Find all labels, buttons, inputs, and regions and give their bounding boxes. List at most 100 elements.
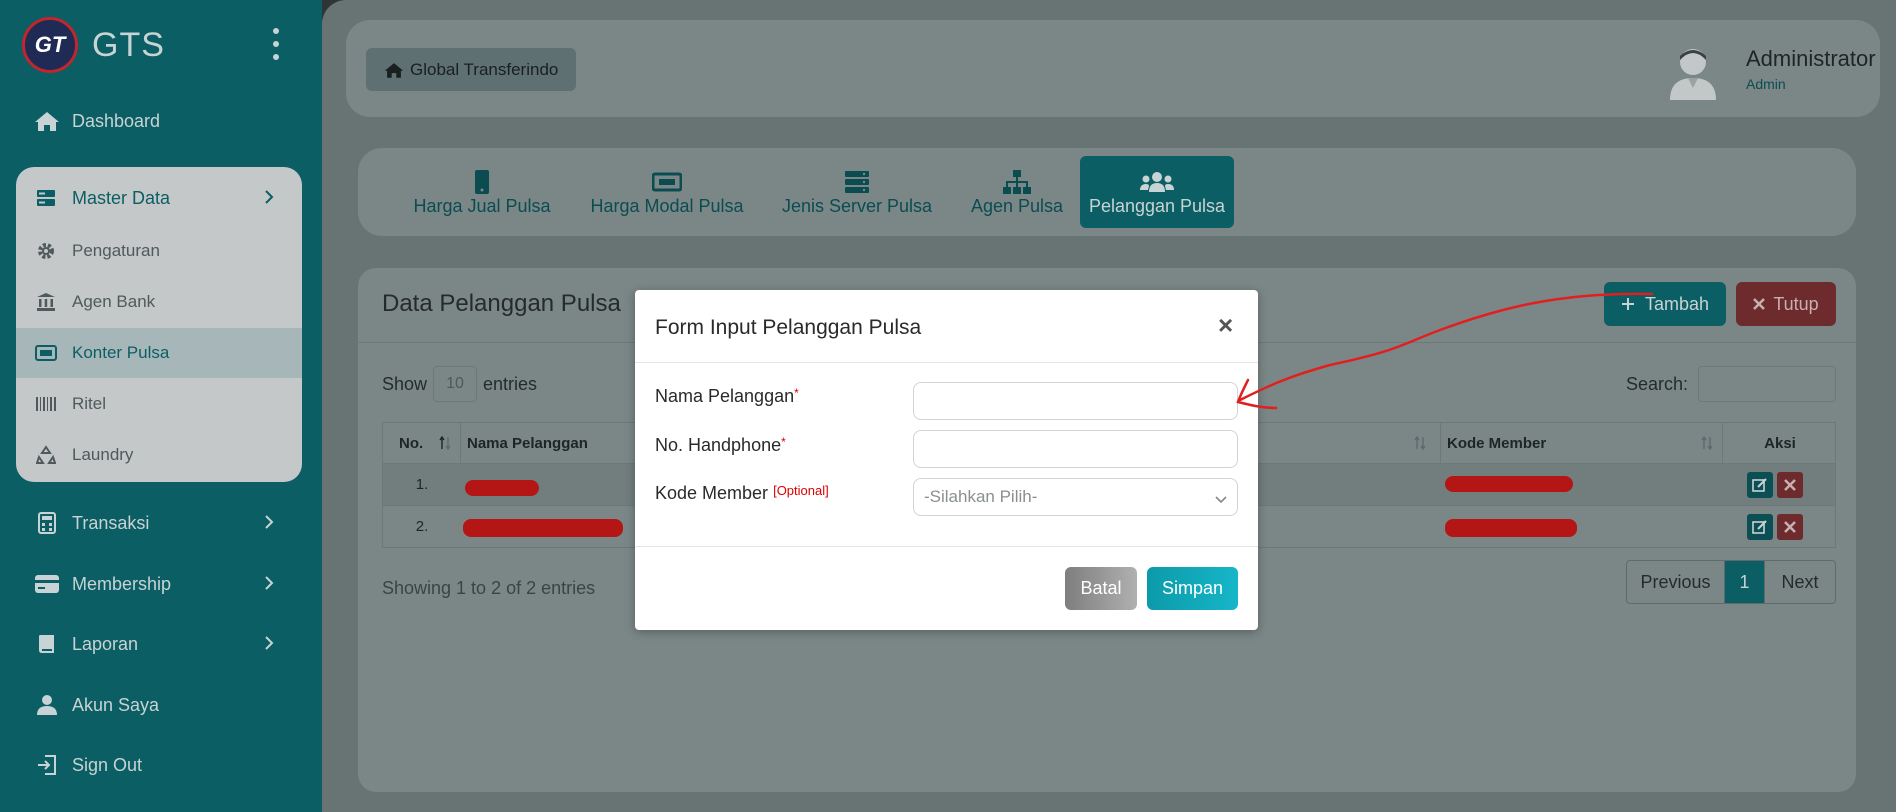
- pagination-next[interactable]: Next: [1765, 561, 1835, 603]
- field-label-kode-member: Kode Member [Optional]: [655, 483, 829, 504]
- column-label: Kode Member: [1447, 434, 1547, 452]
- brand[interactable]: GT GTS: [22, 16, 165, 74]
- column-label: Aksi: [1764, 434, 1796, 452]
- nama-pelanggan-input[interactable]: [913, 382, 1238, 420]
- sidebar-item-label: Laporan: [72, 633, 139, 654]
- entries-label: entries: [483, 373, 538, 394]
- add-button-label: Tambah: [1644, 293, 1710, 314]
- column-header-aksi: Aksi: [1723, 423, 1837, 463]
- top-bar: Global Transferindo Administrator Admin: [346, 20, 1880, 117]
- sidebar-item-label: Membership: [72, 573, 172, 594]
- delete-icon[interactable]: [1777, 472, 1803, 498]
- handphone-input[interactable]: [913, 430, 1238, 468]
- delete-icon[interactable]: [1777, 514, 1803, 540]
- sidebar-item-konter-pulsa[interactable]: Konter Pulsa: [16, 328, 302, 378]
- panel-title: Data Pelanggan Pulsa: [382, 290, 621, 317]
- sidebar-item-master-data[interactable]: Master Data: [16, 173, 302, 223]
- sidebar-item-pengaturan[interactable]: Pengaturan: [16, 226, 302, 276]
- required-mark: *: [781, 435, 786, 449]
- pagination-page[interactable]: 1: [1725, 561, 1765, 603]
- sitemap-icon: [1002, 168, 1032, 196]
- sort-asc-icon: [439, 436, 451, 450]
- users-icon: [1140, 168, 1174, 196]
- redaction-mark: [1445, 519, 1577, 537]
- tab-label: Jenis Server Pulsa: [781, 195, 933, 216]
- sidebar-item-label: Ritel: [72, 394, 107, 413]
- sort-icon: [1701, 436, 1713, 450]
- entries-length: Show 10 entries: [382, 366, 537, 402]
- row-number: 2.: [415, 518, 429, 535]
- recycle-icon: [34, 445, 58, 465]
- optional-mark: [Optional]: [773, 483, 829, 498]
- logo-text: GT: [34, 32, 66, 57]
- server-icon: [844, 168, 870, 196]
- tab-harga-modal-pulsa[interactable]: Harga Modal Pulsa: [572, 156, 762, 228]
- tab-agen-pulsa[interactable]: Agen Pulsa: [952, 156, 1082, 228]
- ticket-icon: [34, 343, 58, 363]
- sidebar-item-laporan[interactable]: Laporan: [34, 633, 274, 655]
- sidebar-item-membership[interactable]: Membership: [34, 573, 274, 595]
- chevron-right-icon: [264, 513, 274, 534]
- tab-pelanggan-pulsa[interactable]: Pelanggan Pulsa: [1080, 156, 1234, 228]
- kebab-menu-icon[interactable]: [270, 28, 282, 60]
- sidebar-item-agen-bank[interactable]: Agen Bank: [16, 277, 302, 327]
- tab-jenis-server-pulsa[interactable]: Jenis Server Pulsa: [762, 156, 952, 228]
- home-icon: [384, 61, 404, 79]
- entries-select[interactable]: 10: [433, 366, 478, 402]
- user-role: Admin: [1746, 76, 1786, 92]
- sidebar-item-ritel[interactable]: Ritel: [16, 379, 302, 429]
- breadcrumb-label: Global Transferindo: [410, 59, 559, 79]
- breadcrumb-home[interactable]: Global Transferindo: [366, 48, 577, 91]
- sidebar-item-label: Akun Saya: [72, 694, 160, 715]
- edit-icon[interactable]: [1747, 514, 1773, 540]
- edit-icon[interactable]: [1747, 472, 1773, 498]
- sidebar-item-label: Agen Bank: [72, 292, 156, 311]
- close-button-label: Tutup: [1773, 293, 1819, 314]
- label-text: Nama Pelanggan: [655, 386, 795, 406]
- form-modal: Form Input Pelanggan Pulsa × Nama Pelang…: [635, 290, 1258, 630]
- master-data-submenu: Master Data Pengaturan Agen Bank Konter …: [16, 167, 302, 482]
- tab-bar: Harga Jual Pulsa Harga Modal Pulsa Jenis…: [358, 148, 1856, 236]
- home-icon: [34, 110, 60, 132]
- user-name[interactable]: Administrator: [1746, 46, 1876, 72]
- sidebar-item-label: Pengaturan: [72, 241, 160, 260]
- sidebar-item-label: Laundry: [72, 445, 134, 464]
- kode-member-select[interactable]: -Silahkan Pilih-: [913, 478, 1238, 516]
- column-label: No.: [399, 434, 424, 452]
- column-header-no[interactable]: No.: [383, 423, 461, 463]
- redaction-mark: [465, 480, 539, 496]
- pagination-previous[interactable]: Previous: [1627, 561, 1725, 603]
- sidebar-item-transaksi[interactable]: Transaksi: [34, 512, 274, 534]
- field-label-nama: Nama Pelanggan*: [655, 386, 799, 407]
- column-header-kode-member[interactable]: Kode Member: [1441, 423, 1723, 463]
- mobile-icon: [474, 168, 490, 196]
- sidebar-item-label: Master Data: [72, 187, 171, 208]
- redaction-mark: [463, 519, 623, 537]
- modal-close-icon[interactable]: ×: [1218, 312, 1233, 338]
- field-label-handphone: No. Handphone*: [655, 435, 786, 456]
- barcode-icon: [34, 394, 58, 414]
- label-text: No. Handphone: [655, 435, 782, 455]
- close-icon: [1753, 298, 1766, 310]
- sidebar-item-akun-saya[interactable]: Akun Saya: [34, 694, 159, 716]
- sidebar-item-dashboard[interactable]: Dashboard: [34, 110, 160, 132]
- column-label: Nama Pelanggan: [467, 434, 588, 452]
- save-button[interactable]: Simpan: [1147, 567, 1238, 610]
- cancel-button[interactable]: Batal: [1065, 567, 1137, 610]
- search-input[interactable]: [1698, 366, 1836, 402]
- gts-logo: GT: [22, 17, 78, 73]
- chevron-right-icon: [264, 634, 274, 655]
- bank-icon: [34, 292, 58, 312]
- search-label: Search:: [1626, 374, 1689, 394]
- add-button[interactable]: Tambah: [1604, 282, 1726, 326]
- close-panel-button[interactable]: Tutup: [1736, 282, 1836, 326]
- sidebar-item-sign-out[interactable]: Sign Out: [34, 754, 142, 776]
- chevron-right-icon: [264, 188, 274, 209]
- pagination: Previous 1 Next: [1626, 560, 1836, 604]
- sidebar-item-laundry[interactable]: Laundry: [16, 430, 302, 480]
- tab-label: Agen Pulsa: [970, 195, 1064, 216]
- avatar[interactable]: [1666, 42, 1720, 100]
- sign-out-icon: [34, 754, 60, 776]
- label-text: Kode Member: [655, 483, 769, 503]
- tab-harga-jual-pulsa[interactable]: Harga Jual Pulsa: [392, 156, 572, 228]
